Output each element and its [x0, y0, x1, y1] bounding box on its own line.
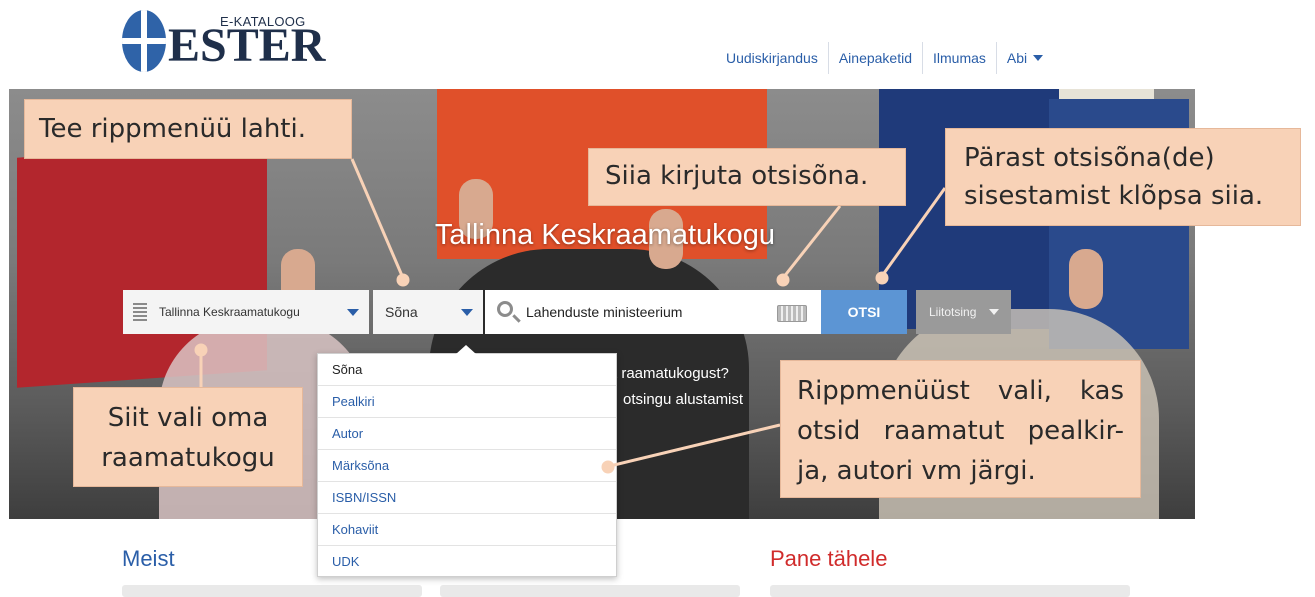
callout-choose-field: Rippmenüüst vali, kas otsid raamatut pea… — [780, 360, 1141, 498]
hero-question-line-2[interactable]: otsingu alustamist — [623, 391, 743, 408]
hero-title: Tallinna Keskraamatukogu — [434, 219, 776, 251]
chevron-down-icon — [1033, 55, 1044, 61]
nav-label: Abi — [1006, 50, 1028, 66]
keyboard-icon[interactable] — [777, 305, 807, 322]
ester-logo[interactable]: E-KATALOOG ESTER — [122, 8, 325, 74]
top-navigation: Uudiskirjandus Ainepaketid Ilmumas Abi — [716, 42, 1053, 74]
search-input-value: Lahenduste ministeerium — [526, 304, 683, 320]
search-type-select[interactable]: Sõna — [373, 290, 483, 334]
chevron-down-icon — [461, 309, 473, 316]
logo-mark-icon — [122, 10, 166, 72]
search-icon — [497, 301, 513, 317]
logo-title: ESTER — [168, 19, 326, 72]
library-select[interactable]: Tallinna Keskraamatukogu — [123, 290, 369, 334]
nav-abi[interactable]: Abi — [997, 42, 1053, 74]
callout-click-search: Pärast otsisõna(de) sisestamist klõpsa s… — [945, 128, 1301, 226]
callout-choose-library: Siit vali oma raamatukogu — [73, 387, 303, 487]
section-heading-notice: Pane tähele — [770, 546, 888, 571]
nav-uudiskirjandus[interactable]: Uudiskirjandus — [716, 42, 829, 74]
nav-label: Ainepaketid — [838, 50, 912, 66]
callout-type-here: Siia kirjuta otsisõna. — [588, 148, 906, 206]
nav-label: Ilmumas — [933, 50, 986, 66]
chevron-down-icon — [347, 309, 359, 316]
callout-open-dropdown: Tee rippmenüü lahti. — [24, 99, 352, 159]
advanced-search-button[interactable]: Liitotsing — [916, 290, 1011, 334]
search-input[interactable]: Lahenduste ministeerium — [485, 290, 821, 334]
nav-label: Uudiskirjandus — [726, 50, 818, 66]
library-select-value: Tallinna Keskraamatukogu — [159, 305, 300, 319]
dropdown-option-marksona[interactable]: Märksõna — [318, 450, 616, 482]
list-icon — [133, 303, 147, 321]
hero-photo-hand — [1069, 249, 1103, 309]
dropdown-option-autor[interactable]: Autor — [318, 418, 616, 450]
dropdown-option-kohaviit[interactable]: Kohaviit — [318, 514, 616, 546]
blurred-text — [122, 585, 422, 597]
advanced-search-label: Liitotsing — [929, 305, 977, 319]
nav-ainepaketid[interactable]: Ainepaketid — [829, 42, 923, 74]
chevron-down-icon — [989, 309, 999, 315]
search-type-dropdown-menu: Sõna Pealkiri Autor Märksõna ISBN/ISSN K… — [317, 345, 617, 578]
dropdown-option-udk[interactable]: UDK — [318, 546, 616, 578]
search-button[interactable]: OTSI — [821, 290, 907, 334]
blurred-text — [770, 585, 1130, 597]
dropdown-option-isbn-issn[interactable]: ISBN/ISSN — [318, 482, 616, 514]
dropdown-option-pealkiri[interactable]: Pealkiri — [318, 386, 616, 418]
dropdown-option-sona[interactable]: Sõna — [318, 354, 616, 386]
search-type-value: Sõna — [385, 304, 418, 320]
section-heading-about: Meist — [122, 546, 175, 571]
nav-ilmumas[interactable]: Ilmumas — [923, 42, 997, 74]
hero-question-line-1[interactable]: t raamatukogust? — [613, 365, 729, 382]
blurred-text — [440, 585, 740, 597]
